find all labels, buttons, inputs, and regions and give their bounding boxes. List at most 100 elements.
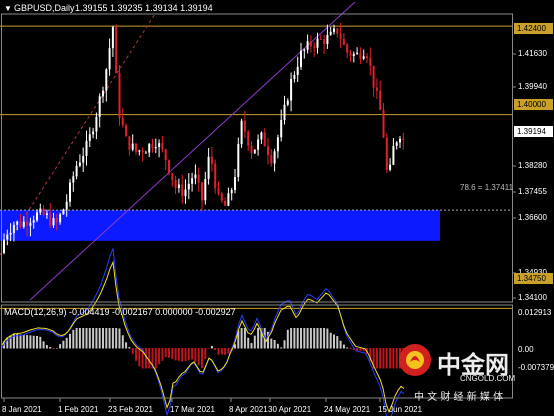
time-label: 24 May 2021 <box>324 405 371 414</box>
fib-zone <box>0 210 440 241</box>
macd-histogram-bar <box>342 344 345 349</box>
candle-body <box>346 44 349 53</box>
candle-body <box>270 154 273 164</box>
price-tick: 1.38280 <box>518 161 547 170</box>
menu-arrow-icon[interactable]: ▼ <box>4 3 12 14</box>
candle-body <box>253 149 256 154</box>
candle-body <box>154 146 157 149</box>
candle-body <box>29 222 32 226</box>
candle-body <box>45 213 48 215</box>
price-tick: 1.37455 <box>518 187 547 196</box>
candle-body <box>42 208 45 215</box>
macd-histogram-bar <box>138 348 141 367</box>
candle-body <box>237 144 240 178</box>
candle-body <box>309 41 312 47</box>
candle-body <box>303 49 306 51</box>
candle-body <box>402 138 405 140</box>
macd-histogram-bar <box>247 337 250 349</box>
macd-histogram-bar <box>55 347 58 349</box>
macd-histogram-bar <box>62 340 65 349</box>
candle-body <box>293 75 296 79</box>
candle-body <box>333 28 335 32</box>
candle-body <box>240 120 243 145</box>
macd-histogram-bar <box>144 348 147 369</box>
candle-body <box>276 137 279 152</box>
macd-histogram-bar <box>78 328 81 349</box>
macd-histogram-bar <box>389 348 392 369</box>
candle-body <box>148 143 151 153</box>
candle-body <box>243 120 246 132</box>
macd-histogram-bar <box>356 348 359 351</box>
macd-histogram-bar <box>82 328 85 349</box>
macd-histogram-bar <box>72 329 75 349</box>
macd-histogram-bar <box>210 345 213 349</box>
macd-histogram-bar <box>177 348 180 361</box>
candle-body <box>95 116 98 132</box>
macd-histogram-bar <box>220 348 223 355</box>
time-label: 1 Feb 2021 <box>58 405 99 414</box>
candle-body <box>392 145 395 165</box>
candle-body <box>3 239 5 254</box>
watermark-tagline: 中 文 财 经 新 媒 体 <box>414 392 504 403</box>
macd-histogram-bar <box>135 348 137 361</box>
macd-histogram-bar <box>26 335 29 349</box>
candle-body <box>230 189 233 194</box>
macd-histogram-bar <box>88 328 91 349</box>
symbol-label: GBPUSD,Daily <box>14 3 75 13</box>
macd-histogram-bar <box>385 348 388 369</box>
macd-histogram-bar <box>276 343 279 349</box>
macd-histogram-bar <box>95 328 98 349</box>
macd-histogram-bar <box>29 335 32 349</box>
macd-histogram-bar <box>273 339 276 349</box>
candle-body <box>26 221 29 226</box>
macd-histogram-bar <box>75 328 78 349</box>
macd-histogram-bar <box>339 340 342 349</box>
macd-histogram-bar <box>154 348 157 369</box>
macd-histogram-bar <box>194 348 197 362</box>
candle-body <box>197 174 200 183</box>
candle-body <box>177 184 180 189</box>
candle-body <box>111 27 114 49</box>
macd-histogram-bar <box>313 328 316 349</box>
time-label: 30 Apr 2021 <box>268 405 312 414</box>
candle-body <box>49 213 52 226</box>
candle-body <box>349 52 352 57</box>
candle-body <box>82 155 85 163</box>
price-tick: 1.34100 <box>518 293 547 302</box>
level-tag-1.40000: 1.40000 <box>514 99 553 110</box>
macd-histogram-bar <box>303 328 306 349</box>
candle-body <box>316 38 319 48</box>
candle-body <box>250 145 253 154</box>
candle-body <box>336 28 339 34</box>
time-label: 23 Feb 2021 <box>108 405 153 414</box>
macd-histogram-bar <box>161 348 164 361</box>
candle-body <box>52 218 55 226</box>
candle-body <box>342 38 345 45</box>
candle-body <box>214 163 217 189</box>
macd-histogram-bar <box>217 348 220 355</box>
candle-body <box>273 151 276 164</box>
candle-body <box>75 165 78 177</box>
macd-histogram-bar <box>359 348 362 351</box>
macd-histogram-bar <box>201 348 203 369</box>
macd-histogram-bar <box>164 348 167 358</box>
macd-histogram-bar <box>240 328 243 349</box>
candle-body <box>72 176 75 183</box>
candle-body <box>19 221 22 227</box>
candle-body <box>88 134 91 141</box>
candle-body <box>283 104 286 120</box>
candle-body <box>227 193 230 206</box>
macd-tick: -0.007379 <box>518 363 554 372</box>
macd-histogram-bar <box>85 328 88 349</box>
macd-histogram-bar <box>59 344 62 349</box>
candle-body <box>263 132 266 147</box>
macd-histogram-bar <box>283 340 286 349</box>
macd-histogram-bar <box>65 337 68 349</box>
candle-body <box>59 214 62 223</box>
candle-body <box>161 143 164 150</box>
macd-histogram-bar <box>349 348 352 350</box>
candle-body <box>131 143 134 150</box>
candle-body <box>366 56 368 59</box>
macd-histogram-bar <box>329 332 332 349</box>
candle-body <box>187 183 190 190</box>
